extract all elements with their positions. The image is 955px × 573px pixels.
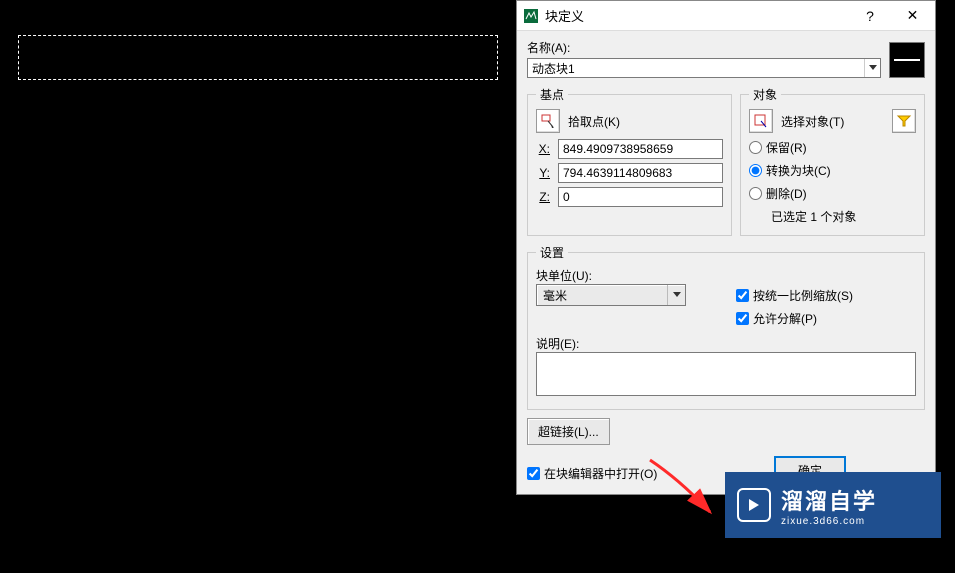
app-icon: [523, 8, 539, 24]
chevron-down-icon: [673, 292, 681, 298]
select-objects-button[interactable]: [749, 109, 773, 133]
y-label: Y:: [536, 166, 550, 180]
watermark-overlay: 溜溜自学 zixue.3d66.com: [725, 472, 941, 538]
allow-explode-checkbox[interactable]: [736, 312, 749, 325]
description-label: 说明(E):: [536, 335, 916, 352]
name-dropdown-arrow[interactable]: [864, 59, 880, 77]
canvas-selection-rect: [18, 35, 498, 80]
filter-icon: [896, 113, 912, 129]
chevron-down-icon: [869, 65, 877, 71]
x-input[interactable]: [558, 139, 723, 159]
x-label: X:: [536, 142, 550, 156]
z-label: Z:: [536, 190, 550, 204]
allow-explode-row[interactable]: 允许分解(P): [736, 310, 916, 327]
name-label: 名称(A):: [527, 39, 881, 56]
pick-point-icon: [540, 113, 556, 129]
base-point-legend: 基点: [536, 86, 568, 103]
description-textarea[interactable]: [536, 352, 916, 396]
radio-retain-label: 保留(R): [766, 139, 807, 156]
dialog-title: 块定义: [545, 6, 850, 25]
hyperlink-button[interactable]: 超链接(L)...: [527, 418, 610, 445]
quick-select-button[interactable]: [892, 109, 916, 133]
settings-legend: 设置: [536, 244, 568, 261]
radio-delete[interactable]: [749, 187, 762, 200]
uniform-scale-checkbox[interactable]: [736, 289, 749, 302]
select-objects-icon: [753, 113, 769, 129]
open-in-editor-row[interactable]: 在块编辑器中打开(O): [527, 465, 657, 482]
objects-group: 对象 选择对象(T) 保留(R) 转换为块(C): [740, 86, 925, 236]
name-input[interactable]: [528, 59, 864, 77]
allow-explode-label: 允许分解(P): [753, 310, 817, 327]
select-objects-label: 选择对象(T): [781, 113, 884, 130]
unit-combobox[interactable]: 毫米: [536, 284, 686, 306]
dialog-body: 名称(A): 基点 拾取点(K): [517, 31, 935, 494]
y-input[interactable]: [558, 163, 723, 183]
titlebar: 块定义 ? ✕: [517, 1, 935, 31]
unit-label: 块单位(U):: [536, 267, 716, 284]
open-in-editor-label: 在块编辑器中打开(O): [544, 465, 657, 482]
radio-retain[interactable]: [749, 141, 762, 154]
titlebar-help-button[interactable]: ?: [850, 1, 890, 31]
settings-group: 设置 块单位(U): 毫米 按统一比例缩放(S): [527, 244, 925, 410]
block-definition-dialog: 块定义 ? ✕ 名称(A): 基点: [516, 0, 936, 495]
radio-delete-row[interactable]: 删除(D): [749, 185, 916, 202]
objects-status: 已选定 1 个对象: [771, 208, 916, 225]
name-combobox[interactable]: [527, 58, 881, 78]
watermark-play-icon: [737, 488, 771, 522]
open-in-editor-checkbox[interactable]: [527, 467, 540, 480]
watermark-url: zixue.3d66.com: [781, 516, 877, 527]
uniform-scale-label: 按统一比例缩放(S): [753, 287, 853, 304]
titlebar-close-button[interactable]: ✕: [890, 1, 935, 31]
radio-convert-label: 转换为块(C): [766, 162, 831, 179]
radio-convert[interactable]: [749, 164, 762, 177]
objects-legend: 对象: [749, 86, 781, 103]
block-preview-thumbnail: [889, 42, 925, 78]
watermark-brand: 溜溜自学: [781, 484, 877, 516]
radio-delete-label: 删除(D): [766, 185, 807, 202]
radio-retain-row[interactable]: 保留(R): [749, 139, 916, 156]
pick-point-button[interactable]: [536, 109, 560, 133]
radio-convert-row[interactable]: 转换为块(C): [749, 162, 916, 179]
unit-dropdown-arrow[interactable]: [667, 285, 685, 305]
uniform-scale-row[interactable]: 按统一比例缩放(S): [736, 287, 916, 304]
z-input[interactable]: [558, 187, 723, 207]
unit-value: 毫米: [537, 287, 667, 304]
pick-point-label: 拾取点(K): [568, 113, 620, 130]
base-point-group: 基点 拾取点(K) X: Y: Z:: [527, 86, 732, 236]
